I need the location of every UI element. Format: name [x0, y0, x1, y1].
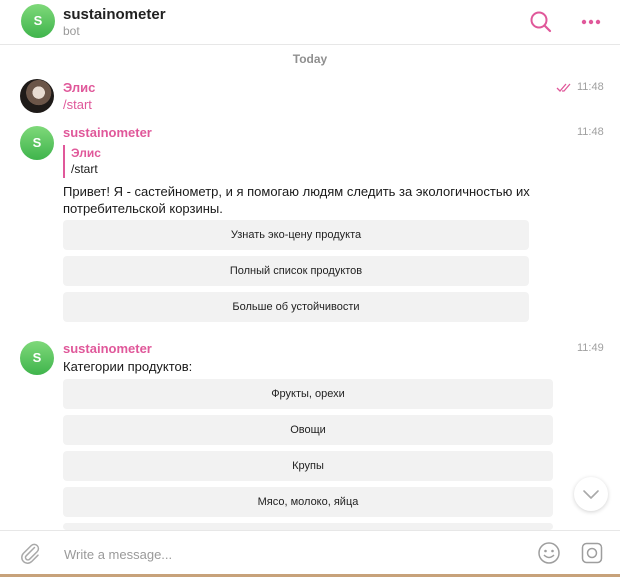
inline-keyboard-button[interactable]: Фрукты, орехи	[63, 379, 553, 409]
quote-text: /start	[71, 162, 98, 176]
date-separator: Today	[292, 52, 328, 66]
more-icon[interactable]	[578, 9, 604, 35]
inline-keyboard-button[interactable]	[63, 523, 553, 530]
message-composer	[0, 530, 620, 578]
inline-keyboard-button[interactable]: Больше об устойчивости	[63, 292, 529, 322]
message-sender[interactable]: sustainometer	[63, 125, 152, 140]
message-sender[interactable]: Элис	[63, 80, 95, 95]
camera-icon[interactable]	[580, 541, 604, 565]
message-time: 11:48	[577, 81, 604, 93]
bot-avatar[interactable]: S	[20, 126, 54, 160]
message-time: 11:49	[577, 342, 604, 354]
chat-subtitle: bot	[63, 24, 80, 38]
message-text-line: Привет! Я - састейнометр, и я помогаю лю…	[63, 184, 530, 199]
inline-keyboard-button[interactable]: Овощи	[63, 415, 553, 445]
message-time: 11:48	[577, 126, 604, 138]
inline-keyboard-button[interactable]: Полный список продуктов	[63, 256, 529, 286]
message-input[interactable]	[62, 543, 506, 565]
chat-header: S sustainometer bot	[0, 0, 620, 45]
read-checkmarks-icon	[556, 83, 571, 92]
inline-keyboard-button[interactable]: Крупы	[63, 451, 553, 481]
chevron-down-icon	[583, 490, 599, 499]
user-avatar[interactable]	[20, 79, 54, 113]
bot-avatar[interactable]: S	[21, 4, 55, 38]
quote-sender: Элис	[71, 146, 101, 160]
search-icon[interactable]	[528, 9, 554, 35]
emoji-icon[interactable]	[537, 541, 561, 565]
bot-avatar[interactable]: S	[20, 341, 54, 375]
reply-quote[interactable]: Элис /start	[63, 145, 101, 178]
inline-keyboard-button[interactable]: Узнать эко-цену продукта	[63, 220, 529, 250]
message-text: Категории продуктов:	[63, 359, 193, 374]
message-sender[interactable]: sustainometer	[63, 341, 152, 356]
paperclip-icon[interactable]	[18, 541, 42, 565]
scroll-down-button[interactable]	[574, 477, 608, 511]
chat-title[interactable]: sustainometer	[63, 6, 166, 23]
inline-keyboard-button[interactable]: Мясо, молоко, яйца	[63, 487, 553, 517]
message-text: /start	[63, 97, 92, 112]
message-text-line: потребительской корзины.	[63, 201, 223, 216]
